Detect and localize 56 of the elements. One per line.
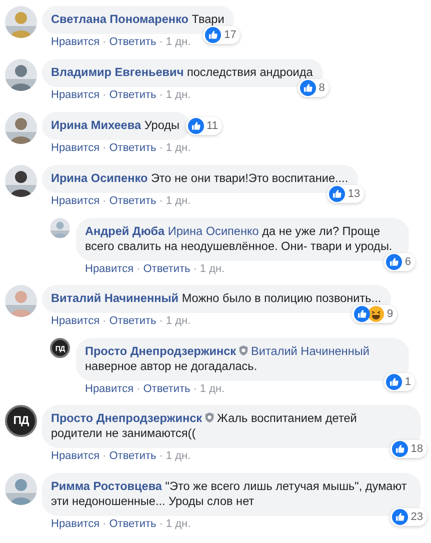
separator-dot: · (136, 263, 140, 276)
reply-link[interactable]: Ответить (109, 450, 156, 463)
separator-dot: · (159, 142, 163, 155)
like-link[interactable]: Нравится (51, 315, 100, 328)
like-link[interactable]: Нравится (51, 195, 100, 208)
reply-link[interactable]: Ответить (109, 142, 156, 155)
reply-link[interactable]: Ответить (109, 315, 156, 328)
separator-dot: · (159, 89, 163, 102)
separator-dot: · (102, 518, 106, 531)
separator-dot: · (136, 383, 140, 396)
separator-dot: · (159, 315, 163, 328)
like-link[interactable]: Нравится (51, 89, 100, 102)
reaction-count[interactable]: 1 (384, 373, 415, 391)
thumbs-up-icon (386, 254, 402, 270)
reply-link[interactable]: Ответить (109, 89, 156, 102)
comment-text: Ирина Михеева Уроды (42, 112, 190, 140)
separator-dot: · (102, 89, 106, 102)
thumbs-up-icon (354, 306, 370, 322)
shield-icon (238, 345, 250, 356)
separator-dot: · (159, 450, 163, 463)
thumbs-up-icon (300, 80, 316, 96)
separator-dot: · (102, 36, 106, 49)
separator-dot: · (193, 383, 197, 396)
separator-dot: · (159, 518, 163, 531)
like-link[interactable]: Нравится (51, 36, 100, 49)
reply-link[interactable]: Ответить (109, 195, 156, 208)
separator-dot: · (102, 315, 106, 328)
thumbs-up-icon (205, 27, 222, 43)
reaction-count[interactable]: 17 (203, 26, 240, 44)
reaction-count[interactable]: 8 (298, 79, 329, 97)
thumbs-up-icon (392, 441, 408, 457)
reply-link[interactable]: Ответить (143, 383, 190, 396)
reaction-count[interactable]: 9 (352, 305, 398, 323)
separator-dot: · (102, 142, 106, 155)
shield-icon (204, 412, 216, 423)
separator-dot: · (159, 36, 163, 49)
separator-dot: · (102, 450, 106, 463)
separator-dot: · (193, 263, 197, 276)
like-link[interactable]: Нравится (85, 263, 134, 276)
separator-dot: · (102, 195, 106, 208)
reply-link[interactable]: Ответить (109, 518, 156, 531)
thumbs-up-icon (392, 509, 408, 525)
like-link[interactable]: Нравится (51, 518, 100, 531)
thumbs-up-icon (188, 118, 204, 134)
logo-avatar[interactable]: ПД (5, 405, 37, 437)
reply-link[interactable]: Ответить (143, 263, 190, 276)
reply-link[interactable]: Ответить (109, 36, 156, 49)
reaction-count[interactable]: 11 (186, 117, 222, 135)
thumbs-up-icon (386, 374, 402, 390)
thumbs-up-icon (328, 186, 345, 202)
laughing-face-icon (368, 306, 384, 322)
like-link[interactable]: Нравится (51, 450, 100, 463)
reaction-count[interactable]: 6 (384, 253, 415, 271)
like-link[interactable]: Нравится (85, 383, 134, 396)
separator-dot: · (159, 195, 163, 208)
like-link[interactable]: Нравится (51, 142, 100, 155)
